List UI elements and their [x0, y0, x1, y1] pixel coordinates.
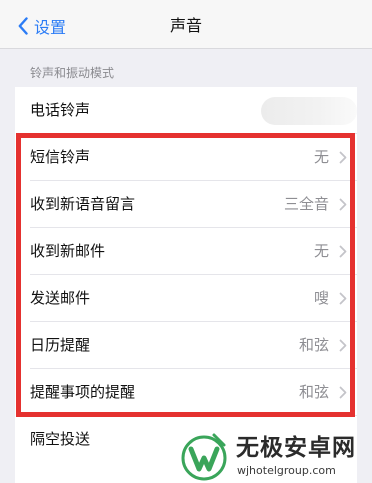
row-label: 短信铃声	[30, 148, 91, 166]
row-label: 收到新语音留言	[30, 195, 136, 213]
row-value: 和弦	[298, 336, 329, 354]
chevron-right-icon	[339, 386, 347, 399]
chevron-right-icon	[339, 292, 347, 305]
chevron-right-icon	[339, 245, 347, 258]
row-label: 隔空投送	[30, 430, 91, 448]
row-text-tone[interactable]: 短信铃声 无	[15, 134, 357, 181]
row-sent-mail[interactable]: 发送邮件 嗖	[15, 275, 357, 322]
row-calendar-alerts[interactable]: 日历提醒 和弦	[15, 322, 357, 369]
page-title: 声音	[169, 16, 202, 35]
row-value: 无	[313, 242, 329, 260]
row-reminder-alerts[interactable]: 提醒事项的提醒 和弦	[15, 369, 357, 416]
watermark-title: 无极安卓网	[236, 435, 356, 461]
row-new-mail[interactable]: 收到新邮件 无	[15, 228, 357, 275]
row-label: 日历提醒	[30, 336, 91, 354]
section-header: 铃声和振动模式	[30, 66, 115, 80]
chevron-right-icon	[339, 151, 347, 164]
ringtone-value-blurred	[261, 97, 357, 125]
row-label: 收到新邮件	[30, 242, 106, 260]
watermark: 无极安卓网 wjhotelgroup.com	[178, 427, 372, 483]
row-label: 发送邮件	[30, 289, 91, 307]
row-ringtone[interactable]: 电话铃声	[15, 87, 357, 134]
row-value: 和弦	[298, 383, 329, 401]
chevron-right-icon	[339, 339, 347, 352]
navigation-bar: 设置 声音	[0, 0, 372, 49]
watermark-url: wjhotelgroup.com	[237, 464, 336, 477]
row-value: 无	[313, 148, 329, 166]
row-value: 三全音	[283, 195, 329, 213]
watermark-logo-icon	[181, 433, 227, 481]
row-new-voicemail[interactable]: 收到新语音留言 三全音	[15, 181, 357, 228]
row-label: 提醒事项的提醒	[30, 383, 136, 401]
row-value: 嗖	[313, 289, 329, 307]
row-label: 电话铃声	[30, 101, 91, 119]
chevron-right-icon	[339, 198, 347, 211]
